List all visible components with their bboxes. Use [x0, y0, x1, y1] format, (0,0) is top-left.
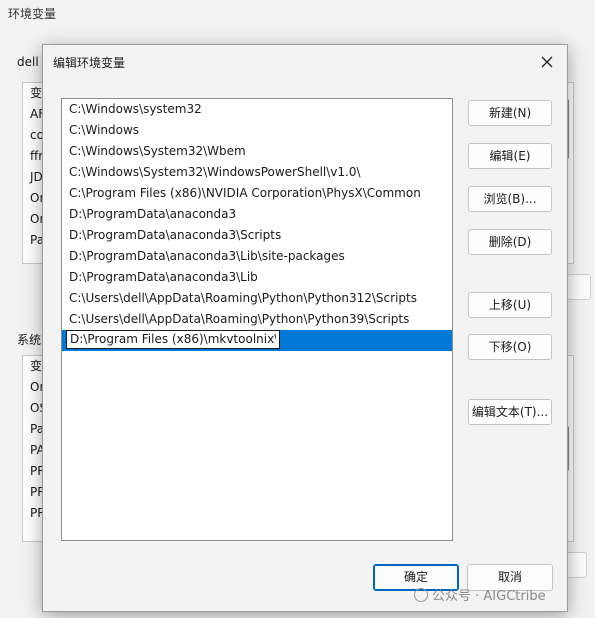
system-variables-label: 系统: [17, 333, 42, 347]
wechat-icon: [414, 587, 428, 602]
path-item-selected[interactable]: [62, 330, 452, 351]
path-item[interactable]: C:\Windows\system32: [62, 99, 452, 120]
new-button[interactable]: 新建(N): [468, 100, 552, 126]
user-variables-label: dell: [17, 55, 39, 69]
path-item[interactable]: C:\Users\dell\AppData\Roaming\Python\Pyt…: [62, 288, 452, 309]
path-item[interactable]: D:\ProgramData\anaconda3\Lib\site-packag…: [62, 246, 452, 267]
path-list[interactable]: C:\Windows\system32 C:\Windows C:\Window…: [61, 98, 453, 541]
path-item[interactable]: C:\Windows\System32\WindowsPowerShell\v1…: [62, 162, 452, 183]
watermark-text: 公众号 · AIGCtribe: [432, 589, 546, 604]
edit-button[interactable]: 编辑(E): [468, 143, 552, 169]
delete-button[interactable]: 删除(D): [468, 229, 552, 255]
path-item[interactable]: C:\Users\dell\AppData\Roaming\Python\Pyt…: [62, 309, 452, 330]
edit-environment-variable-dialog: 编辑环境变量 C:\Windows\system32 C:\Windows C:…: [42, 44, 568, 612]
background-button[interactable]: [567, 274, 591, 300]
path-item[interactable]: D:\ProgramData\anaconda3: [62, 204, 452, 225]
move-up-button[interactable]: 上移(U): [468, 292, 552, 318]
path-item[interactable]: C:\Windows\System32\Wbem: [62, 141, 452, 162]
watermark: 公众号 · AIGCtribe: [414, 585, 546, 604]
path-item[interactable]: D:\ProgramData\anaconda3\Scripts: [62, 225, 452, 246]
browse-button[interactable]: 浏览(B)...: [468, 186, 552, 212]
close-icon: [541, 56, 553, 68]
dialog-title: 编辑环境变量: [53, 56, 126, 70]
window-title: 环境变量: [8, 7, 57, 21]
close-button[interactable]: [533, 49, 561, 75]
path-item[interactable]: C:\Program Files (x86)\NVIDIA Corporatio…: [62, 183, 452, 204]
path-edit-input[interactable]: [66, 330, 280, 349]
move-down-button[interactable]: 下移(O): [468, 334, 552, 360]
path-item[interactable]: D:\ProgramData\anaconda3\Lib: [62, 267, 452, 288]
path-item[interactable]: C:\Windows: [62, 120, 452, 141]
edit-text-button[interactable]: 编辑文本(T)...: [468, 399, 552, 425]
